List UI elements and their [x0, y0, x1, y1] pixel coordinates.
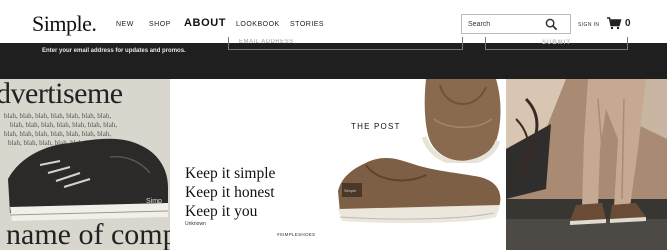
hero-panel-lifestyle[interactable]	[506, 79, 667, 250]
nav-item-shop[interactable]: SHOP	[149, 21, 171, 28]
sneaker-image: Simp	[8, 138, 169, 221]
submit-button[interactable]: SUBMIT	[485, 37, 628, 50]
nav-item-about[interactable]: ABOUT	[184, 17, 226, 29]
page: Simple. NEW SHOP ABOUT LOOKBOOK STORIES …	[0, 0, 667, 250]
brand-mark: Simp	[146, 198, 162, 205]
quote-line: Keep it you	[185, 203, 258, 220]
ad-footer-text: name of comp	[6, 218, 170, 250]
newsletter-prompt: Enter your email address for updates and…	[42, 48, 186, 54]
search-icon[interactable]	[545, 18, 558, 31]
quote-attribution: Unknown	[185, 221, 206, 227]
quote-line: Keep it simple	[185, 165, 276, 182]
search-box	[461, 14, 571, 34]
cart-icon[interactable]	[606, 15, 622, 31]
nav-item-stories[interactable]: STORIES	[290, 21, 324, 28]
shoe-side-image: Simple	[338, 157, 501, 224]
quote-block: Keep it simple Keep it honest Keep it yo…	[185, 164, 275, 221]
lifestyle-photo	[506, 79, 667, 250]
ad-headline: dvertiseme	[0, 79, 123, 110]
nav-item-lookbook[interactable]: LOOKBOOK	[236, 21, 280, 28]
post-title: THE POST	[351, 122, 401, 131]
email-field[interactable]	[239, 37, 389, 47]
hero-panel-advertisement[interactable]: dvertiseme blah, blah, blah, blah, blah,…	[0, 79, 170, 250]
brand-mark: Simple	[344, 188, 357, 193]
signin-link[interactable]: SIGN IN	[578, 22, 599, 28]
hashtag: #SIMPLESHOES	[277, 232, 316, 237]
hero-panel-quote[interactable]: Keep it simple Keep it honest Keep it yo…	[170, 79, 336, 250]
brand-logo[interactable]: Simple.	[32, 11, 97, 37]
hero-panel-the-post[interactable]: THE POST Simple	[336, 79, 506, 250]
nav-item-new[interactable]: NEW	[116, 21, 134, 28]
newsletter-band: Enter your email address for updates and…	[0, 37, 667, 79]
cart-count: 0	[625, 18, 631, 29]
email-field-box	[228, 37, 463, 50]
quote-line: Keep it honest	[185, 184, 275, 201]
search-input[interactable]	[468, 18, 538, 30]
